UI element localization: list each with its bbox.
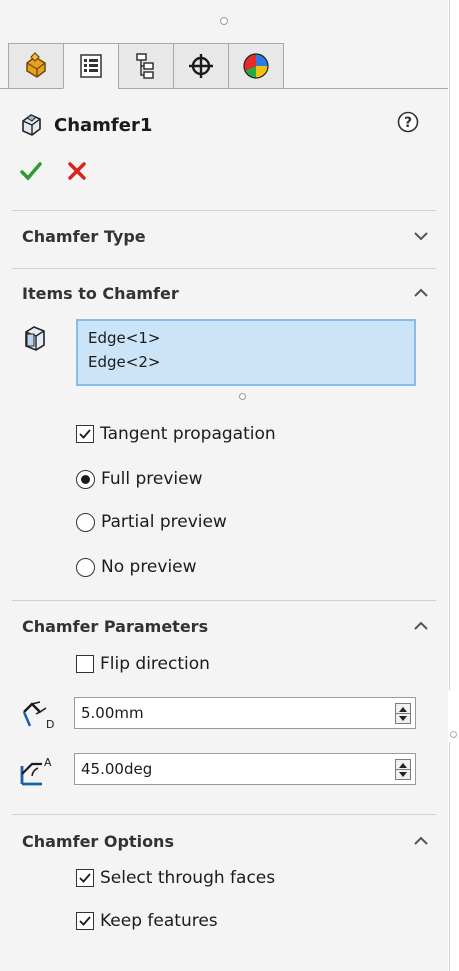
check-icon	[79, 429, 91, 439]
edge-selection-icon	[25, 326, 45, 351]
display-manager-icon	[243, 53, 269, 79]
partial-preview-label: Partial preview	[101, 512, 227, 532]
select-through-faces-option[interactable]: Select through faces	[76, 868, 275, 888]
spin-down-icon[interactable]	[396, 769, 410, 779]
chamfer-feature-icon	[22, 114, 41, 136]
angle-icon-letter: A	[44, 756, 52, 769]
chevron-up-icon[interactable]	[412, 286, 430, 300]
full-preview-label: Full preview	[101, 469, 203, 489]
tab-configuration-manager[interactable]	[118, 43, 174, 89]
section-options-title[interactable]: Chamfer Options	[22, 832, 174, 851]
keep-features-option[interactable]: Keep features	[76, 911, 218, 931]
tangent-propagation-option[interactable]: Tangent propagation	[76, 424, 276, 444]
divider	[12, 814, 436, 815]
tab-feature-manager[interactable]	[8, 43, 64, 89]
section-parameters-title[interactable]: Chamfer Parameters	[22, 617, 208, 636]
tab-dimxpert-manager[interactable]	[173, 43, 229, 89]
page-title: Chamfer1	[54, 114, 153, 136]
angle-input[interactable]: 45.00deg	[74, 753, 416, 785]
flip-direction-checkbox[interactable]	[76, 655, 94, 673]
select-through-faces-label: Select through faces	[100, 868, 276, 888]
graphics-area-edge	[449, 742, 459, 971]
property-manager-panel	[0, 0, 448, 971]
check-icon	[79, 873, 91, 883]
chevron-down-icon[interactable]	[412, 229, 430, 243]
divider	[12, 268, 436, 269]
tangent-propagation-label: Tangent propagation	[100, 424, 276, 444]
section-items-title[interactable]: Items to Chamfer	[22, 284, 179, 303]
tab-property-manager[interactable]	[63, 43, 119, 89]
chevron-up-icon[interactable]	[412, 834, 430, 848]
check-icon	[79, 916, 91, 926]
keep-features-checkbox[interactable]	[76, 912, 94, 930]
spin-down-icon[interactable]	[396, 713, 410, 723]
svg-text:?: ?	[404, 115, 412, 131]
list-item[interactable]: Edge<1>	[88, 326, 404, 350]
divider	[12, 210, 436, 211]
feature-title-row: Chamfer1	[18, 108, 152, 142]
divider	[12, 600, 436, 601]
panel-resize-grip[interactable]	[220, 17, 228, 25]
chevron-up-icon[interactable]	[412, 619, 430, 633]
list-resize-grip[interactable]	[239, 393, 246, 400]
full-preview-radio[interactable]	[76, 469, 95, 489]
keep-features-label: Keep features	[100, 911, 218, 931]
no-preview-radio[interactable]	[76, 557, 95, 577]
distance-icon-letter: D	[46, 718, 54, 731]
tangent-propagation-checkbox[interactable]	[76, 425, 94, 443]
help-icon[interactable]: ?	[397, 111, 419, 133]
distance-icon: D	[22, 701, 54, 731]
full-preview-option[interactable]: Full preview	[76, 469, 203, 489]
checkmark-icon[interactable]	[20, 160, 42, 182]
angle-value: 45.00deg	[81, 760, 153, 778]
flip-direction-label: Flip direction	[100, 654, 210, 674]
flip-direction-option[interactable]: Flip direction	[76, 654, 210, 674]
graphics-area-edge	[449, 0, 459, 690]
edge-selection-list[interactable]: Edge<1> Edge<2>	[76, 319, 416, 386]
angle-icon: A	[20, 756, 52, 786]
manager-tabs	[0, 43, 448, 89]
tab-display-manager[interactable]	[228, 43, 284, 89]
list-item[interactable]: Edge<2>	[88, 350, 404, 374]
no-preview-label: No preview	[101, 557, 197, 577]
feature-manager-icon	[26, 52, 46, 78]
close-icon[interactable]	[66, 160, 88, 182]
splitter-handle[interactable]	[450, 731, 457, 738]
no-preview-option[interactable]: No preview	[76, 557, 197, 577]
distance-spinner[interactable]	[395, 703, 411, 724]
spin-up-icon[interactable]	[396, 704, 410, 713]
partial-preview-option[interactable]: Partial preview	[76, 512, 227, 532]
spin-up-icon[interactable]	[396, 760, 410, 769]
partial-preview-radio[interactable]	[76, 512, 95, 532]
property-manager-icon	[80, 54, 102, 78]
angle-spinner[interactable]	[395, 759, 411, 780]
distance-value: 5.00mm	[81, 704, 144, 722]
distance-input[interactable]: 5.00mm	[74, 697, 416, 729]
select-through-faces-checkbox[interactable]	[76, 869, 94, 887]
section-chamfer-type-title[interactable]: Chamfer Type	[22, 227, 146, 246]
configuration-manager-icon	[136, 53, 154, 79]
dimxpert-manager-icon	[189, 54, 213, 78]
